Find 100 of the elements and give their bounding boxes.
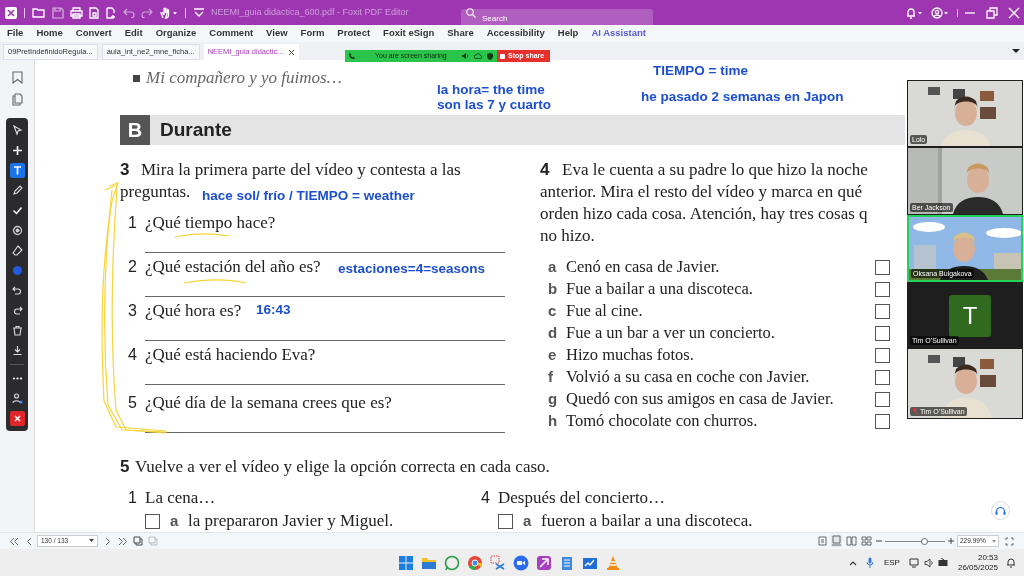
shield-icon[interactable]	[487, 52, 493, 60]
zoom-in-icon[interactable]	[948, 538, 954, 544]
chevron-down-icon[interactable]	[193, 7, 205, 18]
tool-button[interactable]	[9, 391, 25, 406]
notification-icon[interactable]	[1006, 557, 1016, 568]
cloud-icon[interactable]	[474, 53, 482, 59]
app-logo-icon[interactable]	[5, 6, 17, 19]
battery-icon[interactable]	[937, 558, 949, 567]
bell-icon[interactable]	[905, 6, 923, 19]
hand-icon[interactable]	[160, 6, 178, 19]
item-text: Fue a bailar a una discoteca.	[566, 277, 754, 300]
print-icon[interactable]	[70, 6, 83, 19]
menu-item[interactable]: Accessibility	[486, 26, 545, 41]
intro-text: Mi compañero y yo fuimos…	[146, 67, 342, 90]
move-icon	[11, 145, 23, 156]
pages-icon[interactable]	[11, 93, 23, 106]
question-text: ¿Qué tiempo hace?	[145, 212, 276, 235]
restore-icon[interactable]	[986, 6, 998, 19]
question-text: ¿Qué hora es?	[145, 300, 242, 323]
pdf-app-icon[interactable]	[536, 554, 552, 571]
answer-line[interactable]	[145, 432, 505, 433]
question-text: ¿Qué día de la semana crees que es?	[145, 392, 392, 415]
question-number: 4	[481, 488, 491, 508]
checkbox[interactable]	[875, 413, 890, 429]
menu-item[interactable]: View	[266, 26, 288, 41]
page-icon[interactable]	[88, 6, 100, 19]
section-title: Durante	[160, 117, 232, 142]
menu-item[interactable]: Protect	[337, 26, 371, 41]
checkbox[interactable]	[875, 303, 890, 319]
previous-page-icon[interactable]	[25, 536, 33, 546]
clock-time[interactable]: 20:53	[977, 552, 998, 563]
menu-item[interactable]: File	[7, 26, 24, 41]
menu-item[interactable]: Home	[36, 26, 63, 41]
menu-item[interactable]: Foxit eSign	[383, 26, 435, 41]
next-page-icon[interactable]	[104, 536, 112, 546]
close-button[interactable]	[9, 411, 25, 426]
item-text: Tomó chocolate con churros.	[566, 409, 759, 432]
item-text: Fue al cine.	[566, 299, 644, 322]
checkbox[interactable]	[875, 281, 890, 297]
checkbox[interactable]	[875, 325, 890, 341]
clock-date[interactable]: 26/05/2025	[957, 562, 998, 573]
browser-icon[interactable]	[467, 554, 483, 571]
windows-icon[interactable]	[398, 554, 414, 571]
menu-item[interactable]: Edit	[124, 26, 143, 41]
menu-item[interactable]: Comment	[209, 26, 254, 41]
annotation-text: TIEMPO = time	[653, 63, 748, 78]
menu-item[interactable]: Share	[447, 26, 474, 41]
slider-thumb[interactable]	[921, 537, 928, 545]
checkmark-icon	[11, 205, 23, 216]
last-page-icon[interactable]	[118, 536, 128, 546]
microphone-icon[interactable]	[865, 557, 874, 568]
instruction-line: no hizo.	[540, 225, 595, 248]
chevron-up-icon[interactable]	[848, 559, 857, 566]
checkbox[interactable]	[498, 513, 513, 529]
video-call-icon[interactable]	[513, 554, 529, 571]
dropdown-caret-icon[interactable]	[1012, 48, 1020, 54]
checkbox[interactable]	[145, 513, 160, 529]
fullscreen-icon[interactable]	[1005, 536, 1014, 546]
search-icon	[466, 7, 476, 18]
item-text: Fue a un bar a ver un concierto.	[566, 321, 776, 344]
checkbox[interactable]	[875, 347, 890, 363]
color-dot-icon	[11, 265, 23, 276]
chat-bubble-icon[interactable]	[444, 554, 460, 571]
user-icon[interactable]	[931, 6, 949, 19]
checkbox[interactable]	[875, 391, 890, 407]
continuous-page-icon[interactable]	[831, 535, 842, 547]
language-indicator[interactable]: ESP	[883, 556, 900, 569]
annotation-text: la hora= the time	[437, 82, 545, 97]
menu-item[interactable]: Form	[300, 26, 325, 41]
menu-item[interactable]: Organize	[155, 26, 197, 41]
text-tool-icon	[11, 165, 23, 176]
tool-button[interactable]	[9, 163, 25, 178]
bookmark-icon[interactable]	[11, 71, 23, 84]
two-page-icon[interactable]	[846, 536, 857, 546]
close-icon[interactable]	[287, 48, 295, 56]
two-page-continuous-icon[interactable]	[861, 536, 872, 546]
instruction-line: anterior. Mira el resto del vídeo y marca en qué	[540, 181, 862, 204]
checkbox[interactable]	[875, 259, 890, 275]
option-text: la prepararon Javier y Miguel.	[188, 510, 394, 532]
question-number: 2	[128, 257, 138, 277]
new-page-icon[interactable]	[105, 6, 117, 19]
open-folder-icon[interactable]	[32, 7, 45, 18]
copy-icon[interactable]	[133, 536, 143, 546]
item-text: Hizo muchas fotos.	[566, 343, 695, 366]
menu-item[interactable]: AI Assistant	[591, 26, 646, 41]
speaker-icon[interactable]	[923, 557, 934, 568]
volume-icon[interactable]	[462, 53, 469, 59]
single-page-icon[interactable]	[818, 536, 827, 546]
first-page-icon[interactable]	[9, 536, 19, 546]
notepad-icon[interactable]	[559, 554, 575, 571]
menu-item[interactable]: Help	[557, 26, 579, 41]
checkbox[interactable]	[875, 369, 890, 385]
exercise-number: 4	[540, 159, 551, 182]
phone-icon	[349, 53, 355, 59]
dropdown-caret-icon[interactable]	[89, 539, 94, 543]
question-number: 1	[128, 213, 138, 233]
annotation-text: son las 7 y cuarto	[437, 97, 552, 112]
menu-item[interactable]: Convert	[75, 26, 112, 41]
undo-icon	[11, 285, 23, 296]
network-icon[interactable]	[908, 557, 920, 568]
